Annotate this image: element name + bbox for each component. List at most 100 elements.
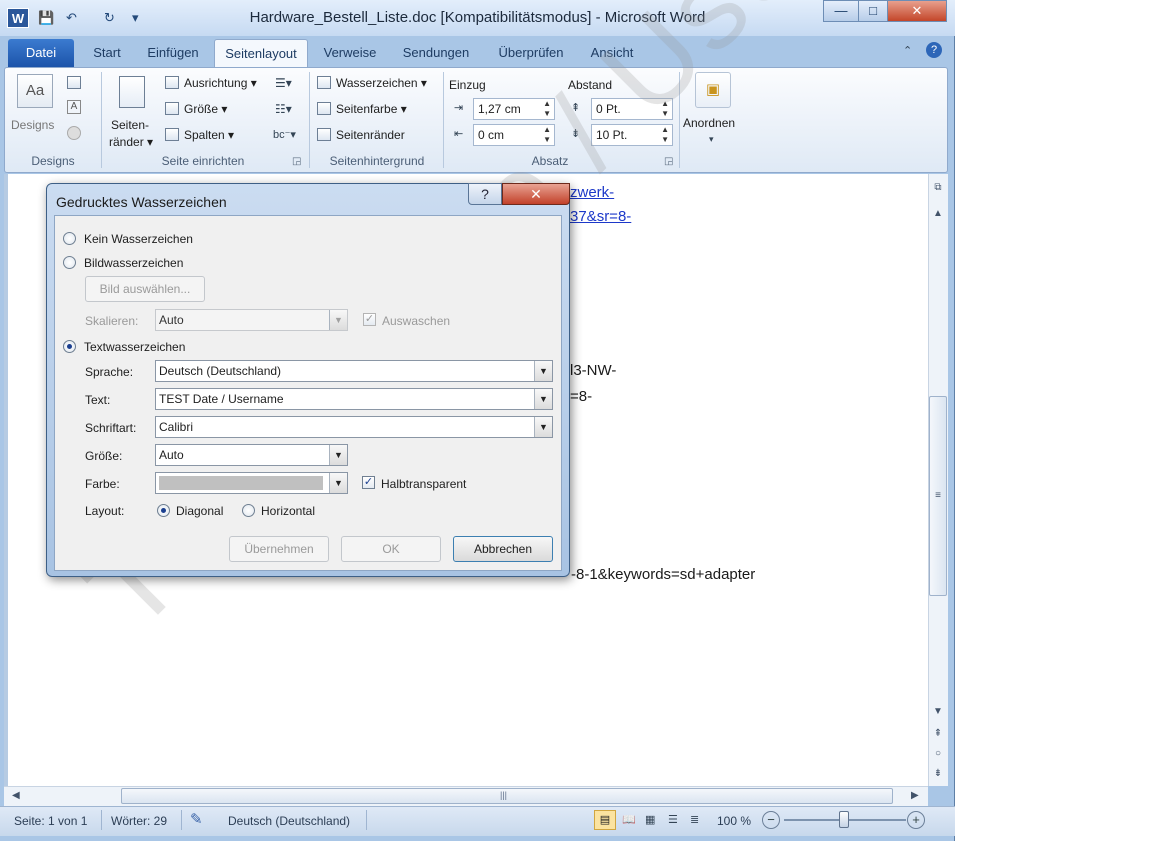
scroll-right-icon[interactable]: ▶ [911,790,919,801]
spin-arrows-icon[interactable]: ▲ ▼ [661,99,669,119]
tab-page-layout[interactable]: Seitenlayout [214,39,308,68]
close-button[interactable]: ✕ [887,0,947,22]
chevron-down-icon[interactable]: ▼ [329,473,347,493]
scroll-up-icon[interactable]: ▲ [928,208,948,219]
size-button[interactable]: Größe ▾ [165,102,227,116]
no-watermark-label[interactable]: Kein Wasserzeichen [84,232,193,246]
breaks-icon[interactable]: ☰▾ [275,76,292,90]
diagonal-label[interactable]: Diagonal [176,504,223,518]
diagonal-radio[interactable] [157,504,170,517]
margins-icon[interactable] [119,76,145,108]
paragraph-launcher-icon[interactable]: ◲ [664,156,673,167]
page-borders-button[interactable]: Seitenränder [317,128,405,142]
text-watermark-label[interactable]: Textwasserzeichen [84,340,185,354]
ruler-toggle-icon[interactable]: ⧉ [928,182,948,193]
arrange-icon[interactable]: ▣ [695,72,731,108]
spacing-before-input[interactable]: 0 Pt. ▲ ▼ [591,98,673,120]
margins-label-1[interactable]: Seiten- [111,118,149,132]
zoom-out-icon[interactable]: − [762,811,780,829]
spacing-after-input[interactable]: 10 Pt. ▲ ▼ [591,124,673,146]
washout-checkbox[interactable]: ✓ [363,313,376,326]
scroll-left-icon[interactable]: ◀ [12,790,20,801]
draft-view-icon[interactable]: ≣ [690,813,699,826]
maximize-button[interactable]: □ [858,0,888,22]
tab-view[interactable]: Ansicht [584,39,640,68]
cancel-button[interactable]: Abbrechen [453,536,553,562]
proofing-icon[interactable]: ✎ [190,810,203,828]
document-link-2[interactable]: 37&sr=8- [570,208,631,225]
hyphenation-icon[interactable]: bc⁻▾ [273,128,296,141]
next-page-icon[interactable]: ⇟ [928,768,948,779]
tab-mailings[interactable]: Sendungen [394,39,478,68]
tab-references[interactable]: Verweise [316,39,384,68]
ribbon: Aa Designs A Designs Seiten- ränder ▾ Au… [4,67,948,173]
full-screen-reading-icon[interactable]: 📖 [622,813,636,826]
picture-watermark-radio[interactable] [63,256,76,269]
theme-colors-icon[interactable] [67,76,81,89]
print-layout-view-icon[interactable]: ▤ [594,810,616,830]
horizontal-label[interactable]: Horizontal [261,504,315,518]
zoom-slider-thumb[interactable] [839,811,849,828]
spin-arrows-icon[interactable]: ▲ ▼ [661,125,669,145]
color-combo[interactable]: ▼ [155,472,348,494]
orientation-button[interactable]: Ausrichtung ▾ [165,76,257,90]
line-numbers-icon[interactable]: ☷▾ [275,102,292,116]
horizontal-radio[interactable] [242,504,255,517]
semitransparent-checkbox[interactable]: ✓ [362,476,375,489]
minimize-ribbon-icon[interactable]: ⌃ [903,44,912,57]
zoom-level[interactable]: 100 % [717,814,751,828]
document-link-1[interactable]: zwerk- [570,184,614,201]
arrange-button[interactable]: Anordnen [683,116,735,130]
font-combo[interactable]: Calibri ▼ [155,416,553,438]
indent-right-input[interactable]: 0 cm ▲ ▼ [473,124,555,146]
columns-button[interactable]: Spalten ▾ [165,128,234,142]
language-combo[interactable]: Deutsch (Deutschland) ▼ [155,360,553,382]
picture-watermark-label[interactable]: Bildwasserzeichen [84,256,183,270]
spin-arrows-icon[interactable]: ▲ ▼ [543,125,551,145]
browse-object-icon[interactable]: ○ [928,748,948,759]
semitransparent-label[interactable]: Halbtransparent [381,477,466,491]
ok-button[interactable]: OK [341,536,441,562]
tab-review[interactable]: Überprüfen [488,39,574,68]
no-watermark-radio[interactable] [63,232,76,245]
outline-view-icon[interactable]: ☰ [668,813,678,826]
minimize-button[interactable]: — [823,0,859,22]
watermark-button[interactable]: Wasserzeichen ▾ [317,76,427,90]
apply-button[interactable]: Übernehmen [229,536,329,562]
dialog-help-button[interactable]: ? [468,183,502,205]
scroll-down-icon[interactable]: ▼ [928,706,948,717]
theme-fonts-icon[interactable]: A [67,100,81,114]
chevron-down-icon[interactable]: ▼ [534,389,552,409]
chevron-down-icon[interactable]: ▼ [534,417,552,437]
chevron-down-icon[interactable]: ▼ [534,361,552,381]
margins-label-2[interactable]: ränder ▾ [109,135,153,149]
help-icon[interactable]: ? [926,42,942,58]
chevron-down-icon[interactable]: ▼ [329,445,347,465]
status-language[interactable]: Deutsch (Deutschland) [228,814,350,828]
web-layout-icon[interactable]: ▦ [645,813,655,826]
tab-file[interactable]: Datei [8,39,74,68]
chevron-down-icon[interactable]: ▼ [329,310,347,330]
text-combo[interactable]: TEST Date / Username ▼ [155,388,553,410]
size-combo[interactable]: Auto ▼ [155,444,348,466]
page-setup-launcher-icon[interactable]: ◲ [292,156,301,167]
spin-arrows-icon[interactable]: ▲ ▼ [543,99,551,119]
themes-icon[interactable]: Aa [17,74,53,108]
washout-label[interactable]: Auswaschen [382,314,450,328]
tab-start[interactable]: Start [82,39,132,68]
previous-page-icon[interactable]: ⇞ [928,728,948,739]
theme-effects-icon[interactable] [67,126,81,140]
text-watermark-radio[interactable] [63,340,76,353]
zoom-in-icon[interactable]: + [907,811,925,829]
scale-combo[interactable]: Auto ▼ [155,309,348,331]
tab-insert[interactable]: Einfügen [140,39,206,68]
dialog-close-button[interactable]: ✕ [502,183,570,205]
arrange-dropdown-icon[interactable]: ▾ [709,134,714,145]
indent-left-input[interactable]: 1,27 cm ▲ ▼ [473,98,555,120]
designs-button[interactable]: Designs [11,118,54,132]
status-page-count[interactable]: Seite: 1 von 1 [14,814,87,828]
text-value: TEST Date / Username [159,392,284,406]
status-word-count[interactable]: Wörter: 29 [111,814,167,828]
page-color-button[interactable]: Seitenfarbe ▾ [317,102,407,116]
select-picture-button[interactable]: Bild auswählen... [85,276,205,302]
